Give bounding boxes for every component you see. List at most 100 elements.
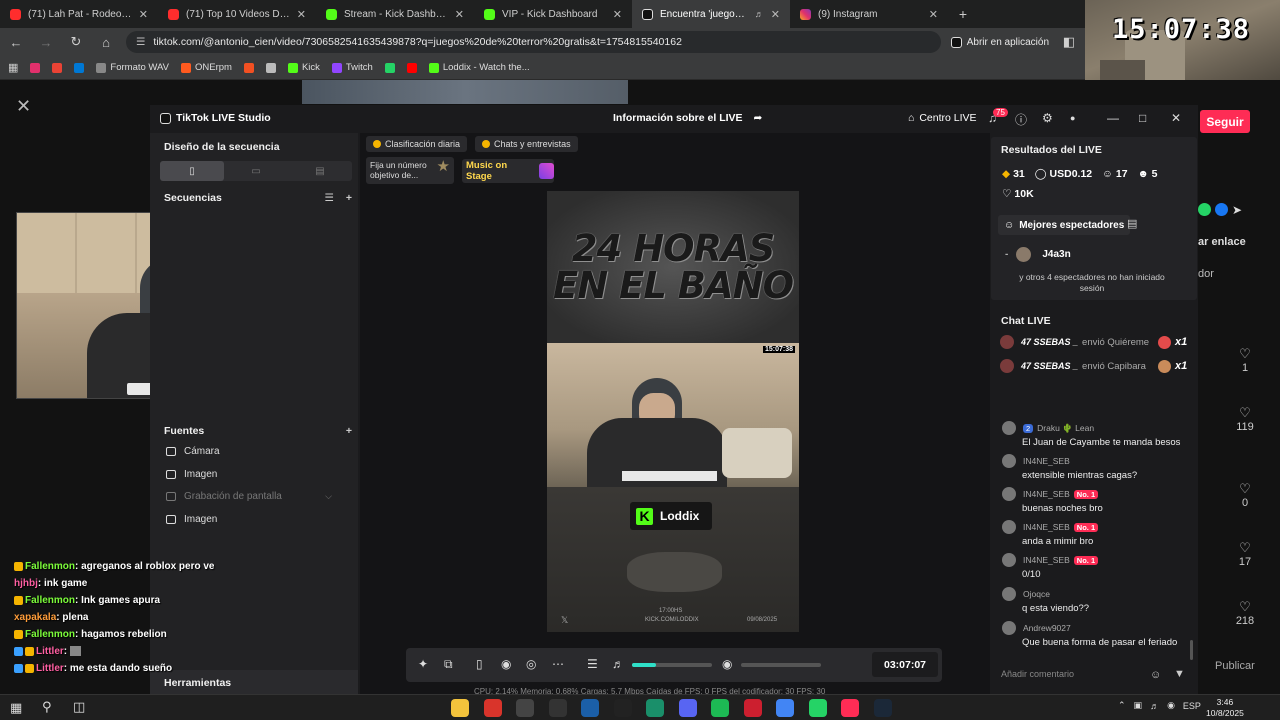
- site-settings-icon[interactable]: ☰: [136, 36, 145, 48]
- close-tab-icon[interactable]: ✕: [297, 8, 306, 21]
- close-icon[interactable]: ✕: [1171, 111, 1181, 125]
- back-arrow-icon[interactable]: ←: [6, 35, 26, 50]
- source-item[interactable]: Imagen: [166, 469, 332, 480]
- live-info-title[interactable]: Información sobre el LIVE ➦: [613, 112, 762, 124]
- gear-icon[interactable]: ⚙: [1042, 111, 1053, 125]
- source-item[interactable]: Imagen: [166, 514, 332, 525]
- like-counter[interactable]: ♡ 17: [1230, 540, 1260, 568]
- like-counter[interactable]: ♡ 119: [1230, 405, 1260, 433]
- speaker-icon[interactable]: ♬: [1150, 701, 1159, 711]
- bookmark[interactable]: [243, 62, 254, 73]
- filter-icon[interactable]: ▼: [1174, 668, 1185, 680]
- close-tab-icon[interactable]: ✕: [613, 8, 622, 21]
- browser-tab[interactable]: (71) Lah Pat - Rodeo (feat. Flo M✕: [0, 0, 158, 28]
- search-icon[interactable]: ⚲: [42, 699, 52, 715]
- taskbar-app-icon[interactable]: [548, 699, 567, 717]
- minimize-icon[interactable]: —: [1107, 111, 1119, 125]
- close-tab-icon[interactable]: ✕: [771, 8, 780, 21]
- taskbar-app-icon[interactable]: [613, 699, 632, 717]
- maximize-icon[interactable]: □: [1139, 111, 1146, 125]
- centro-live-button[interactable]: ⌂ Centro LIVE: [908, 112, 977, 124]
- record-icon[interactable]: ◉: [501, 657, 511, 671]
- bookmark[interactable]: [74, 62, 85, 73]
- phone-icon[interactable]: ▯: [476, 657, 483, 671]
- publish-button[interactable]: Publicar: [1215, 660, 1255, 672]
- browser-tab[interactable]: (9) Instagram ✕: [790, 0, 948, 28]
- taskbar-app-icon[interactable]: [483, 699, 502, 717]
- bookmark[interactable]: ONErpm: [181, 62, 232, 73]
- taskbar-app-icon[interactable]: [581, 699, 599, 717]
- bookmark[interactable]: Loddix - Watch the...: [428, 62, 530, 73]
- taskbar-app-icon[interactable]: [873, 699, 892, 717]
- browser-tab[interactable]: Stream - Kick Dashboard ✕: [316, 0, 474, 28]
- portrait-layout-button[interactable]: ▯: [160, 161, 224, 181]
- share-arrow-icon[interactable]: ➤: [1232, 203, 1242, 217]
- chats-pill[interactable]: Chats y entrevistas: [475, 136, 578, 152]
- bookmark[interactable]: [384, 62, 395, 73]
- tools-heading[interactable]: Herramientas: [164, 677, 231, 689]
- list-icon[interactable]: ☰: [324, 192, 333, 204]
- chevron-up-icon[interactable]: ⌃: [1118, 700, 1126, 711]
- bookmark[interactable]: [52, 62, 63, 73]
- url-field[interactable]: ☰ tiktok.com/@antonio_cien/video/7306582…: [126, 31, 941, 53]
- browser-tab[interactable]: (71) Top 10 Videos De FANTASMA✕: [158, 0, 316, 28]
- taskbar-app-icon[interactable]: [776, 699, 794, 717]
- close-icon[interactable]: ✕: [16, 96, 31, 117]
- taskbar-app-icon[interactable]: [711, 699, 729, 717]
- taskbar-app-icon[interactable]: [743, 699, 762, 717]
- landscape-layout-button[interactable]: ▭: [224, 161, 288, 181]
- help-icon[interactable]: ⓘ: [1015, 111, 1027, 128]
- close-tab-icon[interactable]: ✕: [455, 8, 464, 21]
- bookmark[interactable]: Twitch: [331, 62, 373, 73]
- magic-wand-icon[interactable]: ✦: [418, 657, 428, 671]
- like-counter[interactable]: ♡ 0: [1230, 481, 1260, 509]
- taskbar-app-icon[interactable]: [451, 699, 469, 717]
- microphone-icon[interactable]: ◉: [1167, 700, 1175, 711]
- taskbar-clock[interactable]: 3:46 10/8/2025: [1206, 697, 1244, 719]
- taskbar-app-icon[interactable]: [841, 699, 859, 717]
- browser-tab[interactable]: VIP - Kick Dashboard ✕: [474, 0, 632, 28]
- new-tab-icon[interactable]: +: [948, 6, 978, 22]
- taskbar-app-icon[interactable]: [516, 699, 534, 717]
- emoji-icon[interactable]: ☺: [1150, 669, 1161, 681]
- daily-ranking-pill[interactable]: Clasificación diaria: [366, 136, 468, 152]
- close-tab-icon[interactable]: ✕: [929, 8, 938, 21]
- avatar[interactable]: ●: [1070, 113, 1075, 123]
- top-viewer-row[interactable]: - J4a3n: [1005, 247, 1071, 262]
- copy-link-button[interactable]: ar enlace: [1198, 236, 1246, 248]
- microphone-icon[interactable]: ◉: [722, 657, 732, 671]
- layers-icon[interactable]: ⧉: [444, 657, 453, 672]
- mixer-icon[interactable]: ☰: [587, 657, 598, 671]
- like-counter[interactable]: ♡ 1: [1230, 346, 1260, 374]
- bookmark[interactable]: Formato WAV: [96, 62, 169, 73]
- source-item[interactable]: Grabación de pantalla ⌵: [166, 491, 332, 502]
- follow-button[interactable]: Seguir: [1200, 110, 1250, 133]
- share-icon[interactable]: ➦: [753, 112, 762, 124]
- speaker-icon[interactable]: ♬: [755, 9, 764, 19]
- music-on-stage-widget[interactable]: Music on Stage: [462, 159, 554, 183]
- forward-arrow-icon[interactable]: →: [36, 35, 56, 50]
- like-counter[interactable]: ♡ 218: [1230, 599, 1260, 627]
- taskbar-app-icon[interactable]: [678, 699, 697, 717]
- taskbar-app-icon[interactable]: [646, 699, 664, 717]
- bookmark[interactable]: [265, 62, 276, 73]
- home-icon[interactable]: ⌂: [96, 35, 116, 50]
- mic-slider[interactable]: [741, 663, 821, 667]
- apps-grid-icon[interactable]: ▦: [8, 61, 18, 74]
- goal-widget[interactable]: Fija un número objetivo de... ★: [366, 157, 454, 184]
- bookmark[interactable]: [406, 62, 417, 73]
- network-icon[interactable]: ▣: [1134, 700, 1143, 711]
- windows-start-icon[interactable]: ▦: [10, 700, 22, 716]
- speaker-icon[interactable]: ♬: [612, 657, 624, 671]
- facebook-icon[interactable]: [1215, 203, 1228, 216]
- creator-tab[interactable]: dor: [1198, 268, 1214, 280]
- task-view-icon[interactable]: ◫: [73, 699, 85, 715]
- add-sequence-icon[interactable]: +: [346, 192, 352, 204]
- list-icon[interactable]: ▤: [1127, 217, 1137, 230]
- browser-tab[interactable]: Encuentra 'juegos de terror♬✕: [632, 0, 790, 28]
- add-source-icon[interactable]: +: [346, 425, 352, 437]
- split-layout-button[interactable]: ▤: [288, 161, 352, 181]
- translate-icon[interactable]: ◧: [1059, 34, 1079, 50]
- language-indicator[interactable]: ESP: [1183, 701, 1201, 711]
- target-icon[interactable]: ◎: [526, 657, 536, 671]
